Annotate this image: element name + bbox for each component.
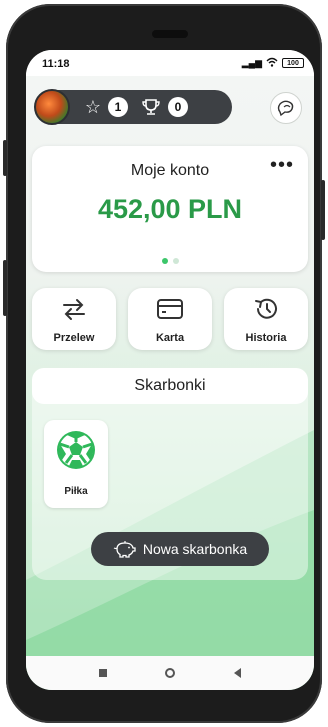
- stars-count: 1: [108, 97, 128, 117]
- phone-frame: 11:18 ▂▄▆ 100 ☆ 1 0 Moje konto ••• 452,0…: [6, 4, 322, 723]
- trophy-icon: [140, 96, 162, 118]
- avatar[interactable]: [34, 89, 70, 125]
- speaker-notch: [152, 30, 188, 38]
- page-dot-2[interactable]: [172, 258, 179, 264]
- power-button: [321, 180, 325, 240]
- new-savings-label: Nowa skarbonka: [142, 541, 248, 557]
- system-nav-bar: [26, 656, 314, 690]
- status-icons: ▂▄▆ 100: [242, 57, 304, 69]
- page-indicator: [32, 258, 308, 264]
- volume-button: [3, 140, 7, 176]
- trophies-count: 0: [168, 97, 188, 117]
- transfer-arrows-icon: [32, 296, 116, 322]
- recent-apps-button[interactable]: [99, 669, 108, 677]
- card-label: Karta: [155, 332, 185, 344]
- chat-bubbles-icon: [277, 100, 294, 117]
- profile-bar[interactable]: ☆ 1 0: [34, 89, 232, 125]
- savings-panel: Skarbonki Piłka Nowa skarbonka: [32, 368, 308, 580]
- account-title: Moje konto: [130, 162, 210, 179]
- piggy-bank-icon: [113, 541, 136, 558]
- soccer-ball-icon: [57, 431, 95, 469]
- app-screen: 11:18 ▂▄▆ 100 ☆ 1 0 Moje konto ••• 452,0…: [26, 50, 314, 690]
- history-button[interactable]: Historia: [224, 288, 308, 350]
- chat-button[interactable]: [270, 92, 302, 124]
- status-bar: 11:18 ▂▄▆ 100: [26, 50, 314, 76]
- savings-goal-label: Piłka: [64, 486, 88, 497]
- back-button[interactable]: [233, 668, 241, 678]
- savings-title: Skarbonki: [32, 368, 308, 404]
- new-savings-button[interactable]: Nowa skarbonka: [91, 532, 269, 566]
- clock: 11:18: [42, 58, 70, 70]
- wifi-icon: [266, 57, 278, 69]
- card-button[interactable]: Karta: [128, 288, 212, 350]
- page-dot-1[interactable]: [161, 258, 168, 264]
- transfer-label: Przelew: [53, 332, 95, 344]
- more-options-button[interactable]: •••: [270, 154, 294, 177]
- star-icon: ☆: [84, 97, 102, 117]
- history-icon: [224, 296, 308, 322]
- side-button: [3, 260, 7, 316]
- signal-icon: ▂▄▆: [241, 57, 262, 68]
- account-card[interactable]: Moje konto ••• 452,00 PLN: [32, 146, 308, 272]
- account-balance: 452,00 PLN: [97, 194, 243, 224]
- battery-icon: 100: [282, 58, 304, 68]
- home-button[interactable]: [165, 668, 176, 678]
- history-label: Historia: [245, 332, 287, 344]
- transfer-button[interactable]: Przelew: [32, 288, 116, 350]
- savings-goal-tile[interactable]: Piłka: [44, 420, 108, 508]
- card-icon: [128, 296, 212, 322]
